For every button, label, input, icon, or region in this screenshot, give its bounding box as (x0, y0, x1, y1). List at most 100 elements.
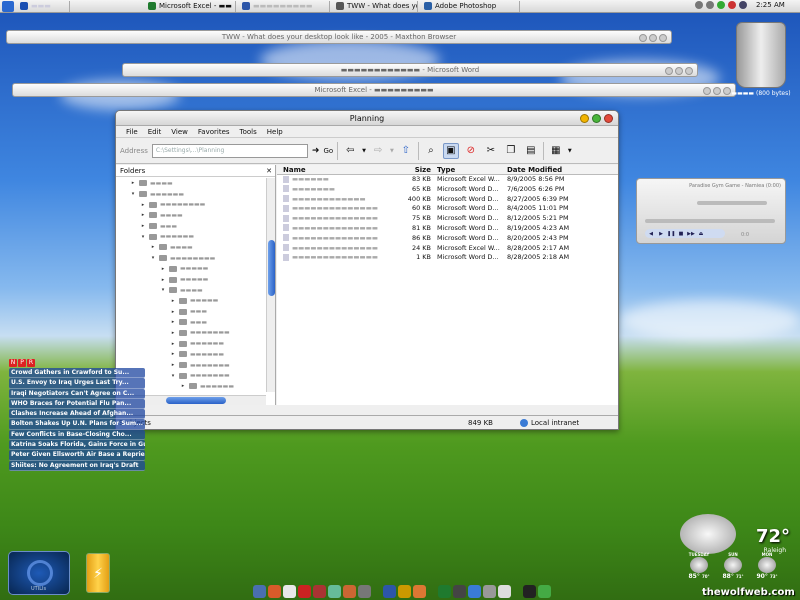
app-icon[interactable] (343, 584, 356, 598)
expand-toggle-icon[interactable]: ▸ (170, 330, 176, 336)
taskbar-task-word[interactable]: ▬▬▬▬▬▬▬▬▬ (238, 0, 330, 12)
tray-icon[interactable] (728, 1, 736, 9)
stop-icon[interactable]: ⊘ (463, 143, 479, 159)
file-row[interactable]: ▬▬▬▬▬▬▬▬▬▬▬▬▬▬ 24 KB Microsoft Excel W... 8… (277, 244, 618, 254)
paste-icon[interactable]: ▤ (523, 143, 539, 159)
file-row[interactable]: ▬▬▬▬▬▬▬▬▬▬▬▬▬▬ 75 KB Microsoft Word D... 8/… (277, 214, 618, 224)
news-headline[interactable]: Crowd Gathers in Crawford to Su... (9, 368, 145, 379)
expand-toggle-icon[interactable]: ▸ (170, 351, 176, 357)
news-headline[interactable]: Katrina Soaks Florida, Gains Force in Gu… (9, 440, 145, 451)
maximize-icon[interactable] (713, 87, 721, 95)
battery-widget[interactable]: ⚡ (86, 553, 110, 593)
start-button[interactable] (2, 0, 14, 12)
menu-edit[interactable]: Edit (148, 128, 162, 136)
column-name[interactable]: Name (277, 165, 400, 174)
file-row[interactable]: ▬▬▬▬▬▬ 83 KB Microsoft Excel W... 8/9/2005 … (277, 175, 618, 185)
stop-icon[interactable]: ■ (677, 231, 685, 237)
news-headline[interactable]: Few Conflicts in Base-Closing Cho... (9, 429, 145, 441)
expand-toggle-icon[interactable]: ▸ (130, 180, 136, 186)
expand-toggle-icon[interactable]: ▸ (170, 309, 176, 315)
news-headline[interactable]: Shiites: No Agreement on Iraq's Draft (9, 460, 145, 471)
expand-toggle-icon[interactable]: ▾ (150, 255, 156, 261)
app-icon[interactable] (538, 584, 551, 598)
tree-node[interactable]: ▸ ▬▬▬ (116, 221, 266, 232)
dropdown-icon[interactable]: ▼ (362, 148, 366, 154)
tree-node[interactable]: ▸ ▬▬▬ (116, 306, 266, 317)
tray-icon[interactable] (717, 1, 725, 9)
file-row[interactable]: ▬▬▬▬▬▬▬▬▬▬▬▬▬▬ 60 KB Microsoft Word D... 8/… (277, 204, 618, 214)
weather-widget[interactable]: 72° Raleigh TUESDAY 85° 70° SUN 88° 71° MO… (676, 510, 796, 590)
minimize-icon[interactable] (703, 87, 711, 95)
address-input[interactable]: C:\Settings\...\Planning (151, 143, 308, 158)
globe-icon[interactable] (468, 584, 481, 598)
pause-icon[interactable]: ❚❚ (667, 231, 675, 237)
minimized-window-browser[interactable]: TWW - What does your desktop look like -… (6, 30, 672, 44)
minimized-window-word[interactable]: ▬▬▬▬▬▬▬▬▬▬▬▬ - Microsoft Word (122, 63, 698, 77)
expand-toggle-icon[interactable]: ▸ (160, 266, 166, 272)
column-date[interactable]: Date Modified (505, 165, 605, 174)
taskbar-task-browser[interactable]: TWW - What does yo... (332, 0, 418, 12)
expand-toggle-icon[interactable]: ▸ (170, 341, 176, 347)
tree-node[interactable]: ▸ ▬▬▬ (116, 317, 266, 328)
window-titlebar[interactable]: Planning (116, 111, 618, 126)
taskbar-task-excel[interactable]: Microsoft Excel - ▬▬ (144, 0, 236, 12)
expand-toggle-icon[interactable]: ▾ (170, 373, 176, 379)
expand-toggle-icon[interactable]: ▸ (180, 383, 186, 389)
close-icon[interactable] (685, 67, 693, 75)
app-icon[interactable] (498, 584, 511, 598)
news-icon[interactable]: P (18, 359, 26, 367)
recycle-bin-icon[interactable] (736, 22, 786, 88)
expand-toggle-icon[interactable]: ▸ (150, 244, 156, 250)
expand-toggle-icon[interactable]: ▾ (130, 191, 136, 197)
expand-toggle-icon[interactable]: ▸ (160, 277, 166, 283)
tray-icon[interactable] (695, 1, 703, 9)
rewind-icon[interactable]: ◀ (647, 231, 655, 237)
search-icon[interactable] (453, 584, 466, 598)
tree-node[interactable]: ▸ ▬▬▬▬ (116, 178, 266, 189)
app-icon[interactable] (328, 584, 341, 598)
expand-toggle-icon[interactable]: ▾ (160, 287, 166, 293)
tray-icon[interactable] (706, 1, 714, 9)
menu-tools[interactable]: Tools (240, 128, 257, 136)
vertical-scrollbar[interactable] (266, 178, 275, 392)
maximize-icon[interactable] (675, 67, 683, 75)
column-size[interactable]: Size (400, 165, 435, 174)
go-arrow-icon[interactable]: ➜ (312, 146, 320, 156)
news-headline[interactable]: U.S. Envoy to Iraq Urges Last Try... (9, 378, 145, 389)
recycle-bin[interactable]: ▬▬▬▬ (800 bytes) (727, 22, 795, 97)
taskbar-task-photoshop[interactable]: Adobe Photoshop (420, 0, 520, 12)
up-folder-icon[interactable]: ⇧ (398, 143, 414, 159)
copy-icon[interactable]: ❐ (503, 143, 519, 159)
expand-toggle-icon[interactable]: ▸ (170, 362, 176, 368)
file-row[interactable]: ▬▬▬▬▬▬▬▬▬▬▬▬▬▬ 1 KB Microsoft Word D... 8/2… (277, 253, 618, 263)
clock[interactable]: 2:25 AM (756, 1, 796, 9)
seek-slider[interactable] (645, 219, 775, 223)
signal-widget[interactable]: UTILIs (8, 551, 70, 595)
file-row[interactable]: ▬▬▬▬▬▬▬▬▬▬▬▬▬▬ 86 KB Microsoft Word D... 8/… (277, 234, 618, 244)
expand-toggle-icon[interactable]: ▸ (140, 202, 146, 208)
menu-help[interactable]: Help (267, 128, 283, 136)
tree-node[interactable]: ▾ ▬▬▬▬▬▬ (116, 189, 266, 200)
tree-node[interactable]: ▸ ▬▬▬▬ (116, 242, 266, 253)
pdf-icon[interactable] (298, 584, 311, 598)
dropdown-icon[interactable]: ▼ (390, 148, 394, 154)
news-headline[interactable]: Bolton Shakes Up U.N. Plans for Sum... (9, 419, 145, 430)
tree-node[interactable]: ▸ ▬▬▬▬▬ (116, 296, 266, 307)
dropdown-icon[interactable]: ▼ (568, 148, 572, 154)
menu-view[interactable]: View (171, 128, 188, 136)
expand-toggle-icon[interactable]: ▸ (140, 223, 146, 229)
app-icon[interactable] (413, 584, 426, 598)
eject-icon[interactable]: ⏏ (697, 231, 705, 237)
minimize-icon[interactable] (665, 67, 673, 75)
taskbar-task[interactable]: ▬▬▬ (16, 0, 70, 12)
close-icon[interactable] (659, 34, 667, 42)
tree-node[interactable]: ▸ ▬▬▬▬ (116, 210, 266, 221)
file-row[interactable]: ▬▬▬▬▬▬▬ 65 KB Microsoft Word D... 7/6/2005 … (277, 185, 618, 195)
file-row[interactable]: ▬▬▬▬▬▬▬▬▬▬▬▬ 400 KB Microsoft Word D... 8/2… (277, 195, 618, 205)
tree-node[interactable]: ▸ ▬▬▬▬▬▬▬▬ (116, 199, 266, 210)
tree-node[interactable]: ▾ ▬▬▬▬▬▬ (116, 231, 266, 242)
go-button[interactable]: Go (323, 147, 333, 155)
scroll-thumb[interactable] (166, 397, 226, 404)
expand-toggle-icon[interactable]: ▸ (170, 319, 176, 325)
news-icon[interactable]: N (9, 359, 17, 367)
